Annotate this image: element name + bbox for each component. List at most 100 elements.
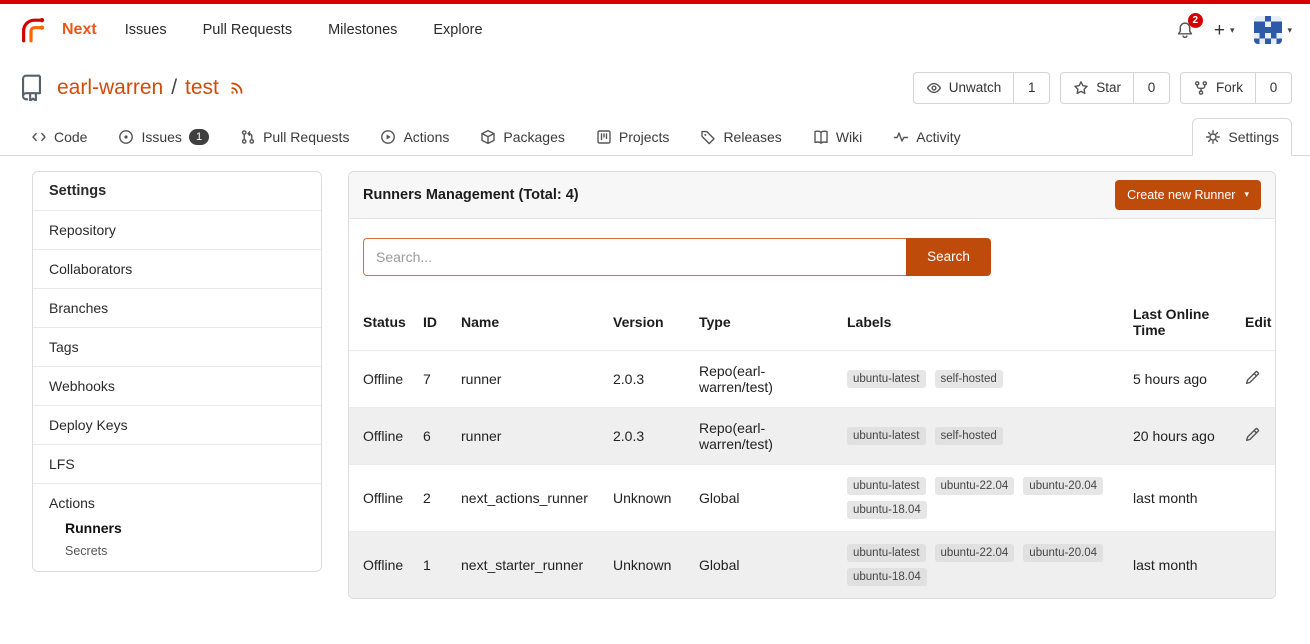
- repo-owner-link[interactable]: earl-warren: [57, 76, 163, 100]
- navbar-item-issues[interactable]: Issues: [125, 22, 167, 38]
- sidebar-item-webhooks[interactable]: Webhooks: [33, 366, 321, 405]
- sidebar-item-repository[interactable]: Repository: [33, 210, 321, 249]
- repo-title-separator: /: [171, 76, 177, 100]
- runner-last-online: last month: [1123, 464, 1235, 531]
- column-header-status: Status: [349, 294, 413, 351]
- fork-button[interactable]: Fork: [1180, 72, 1256, 104]
- runner-name: runner: [451, 350, 603, 407]
- sidebar-item-branches[interactable]: Branches: [33, 288, 321, 327]
- label-chip: ubuntu-latest: [847, 477, 926, 495]
- navbar: Next Issues Pull Requests Milestones Explor…: [0, 4, 1310, 56]
- navbar-right: 2 + ▾ ▾: [1176, 16, 1292, 44]
- tab-issues[interactable]: Issues1: [105, 118, 222, 156]
- runners-panel: Runners Management (Total: 4) Create new…: [348, 171, 1276, 599]
- runner-id: 2: [413, 464, 451, 531]
- sidebar-item-deploy-keys[interactable]: Deploy Keys: [33, 405, 321, 444]
- sidebar-subitem-secrets[interactable]: Secrets: [65, 541, 305, 561]
- label-chip: ubuntu-22.04: [935, 477, 1015, 495]
- code-icon: [31, 129, 47, 145]
- sidebar-item-actions[interactable]: ActionsRunnersSecrets: [33, 483, 321, 571]
- runner-name: next_starter_runner: [451, 531, 603, 598]
- label-chip: ubuntu-latest: [847, 544, 926, 562]
- user-menu-button[interactable]: ▾: [1254, 16, 1292, 44]
- tab-pull-requests[interactable]: Pull Requests: [227, 118, 362, 156]
- runner-labels: ubuntu-latestubuntu-22.04ubuntu-20.04ubu…: [847, 477, 1113, 519]
- chevron-down-icon: ▾: [1230, 26, 1235, 35]
- notification-count-badge: 2: [1188, 13, 1203, 28]
- sidebar-subitem-runners[interactable]: Runners: [65, 515, 305, 541]
- tag-icon: [700, 129, 716, 145]
- star-button[interactable]: Star: [1060, 72, 1134, 104]
- package-icon: [480, 129, 496, 145]
- unwatch-count[interactable]: 1: [1014, 72, 1050, 104]
- runner-id: 6: [413, 407, 451, 464]
- tab-releases[interactable]: Releases: [687, 118, 794, 156]
- tab-code[interactable]: Code: [18, 118, 100, 156]
- notifications-button[interactable]: 2: [1176, 21, 1194, 39]
- repo-icon: [18, 74, 45, 101]
- column-header-labels: Labels: [837, 294, 1123, 351]
- tab-activity[interactable]: Activity: [880, 118, 973, 156]
- star-count[interactable]: 0: [1134, 72, 1170, 104]
- column-header-id: ID: [413, 294, 451, 351]
- table-row: Offline1next_starter_runnerUnknownGlobal…: [349, 531, 1276, 598]
- column-header-type: Type: [689, 294, 837, 351]
- runners-table-body: Offline7runner2.0.3Repo(earl-warren/test…: [349, 350, 1276, 598]
- label-chip: ubuntu-20.04: [1023, 544, 1103, 562]
- edit-runner-button[interactable]: [1245, 427, 1260, 442]
- sidebar-actions-label[interactable]: Actions: [49, 495, 305, 513]
- panel-header: Runners Management (Total: 4) Create new…: [349, 172, 1275, 219]
- chevron-down-icon: ▾: [1287, 26, 1292, 35]
- rss-icon[interactable]: [229, 79, 246, 96]
- sidebar-item-lfs[interactable]: LFS: [33, 444, 321, 483]
- tab-wiki[interactable]: Wiki: [800, 118, 875, 156]
- runner-version: 2.0.3: [603, 350, 689, 407]
- label-chip: ubuntu-20.04: [1023, 477, 1103, 495]
- label-chip: ubuntu-22.04: [935, 544, 1015, 562]
- label-chip: self-hosted: [935, 370, 1003, 388]
- brand-name[interactable]: Next: [62, 21, 97, 39]
- project-icon: [596, 129, 612, 145]
- tab-projects[interactable]: Projects: [583, 118, 683, 156]
- sidebar-sub-menu: RunnersSecrets: [49, 513, 305, 563]
- fork-icon: [1193, 80, 1209, 96]
- tab-actions[interactable]: Actions: [367, 118, 462, 156]
- table-row: Offline2next_actions_runnerUnknownGlobal…: [349, 464, 1276, 531]
- page-content: SettingsRepositoryCollaboratorsBranchesT…: [0, 156, 1310, 599]
- repo-tabs: CodeIssues1Pull RequestsActionsPackagesP…: [0, 118, 1310, 156]
- tab-packages[interactable]: Packages: [467, 118, 577, 156]
- eye-icon: [926, 80, 942, 96]
- plus-icon: +: [1214, 21, 1225, 40]
- navbar-item-pull-requests[interactable]: Pull Requests: [203, 22, 292, 38]
- unwatch-button-group: Unwatch1: [913, 72, 1051, 104]
- create-new-runner-button[interactable]: Create new Runner ▾: [1115, 180, 1261, 210]
- runner-status: Offline: [349, 407, 413, 464]
- unwatch-button[interactable]: Unwatch: [913, 72, 1015, 104]
- column-header-last-online-time: Last Online Time: [1123, 294, 1235, 351]
- fork-count[interactable]: 0: [1256, 72, 1292, 104]
- navbar-item-milestones[interactable]: Milestones: [328, 22, 397, 38]
- forgejo-logo-icon[interactable]: [18, 15, 48, 45]
- search-button[interactable]: Search: [906, 238, 991, 276]
- navbar-links: Issues Pull Requests Milestones Explore: [125, 22, 483, 38]
- runner-version: Unknown: [603, 531, 689, 598]
- runner-last-online: 20 hours ago: [1123, 407, 1235, 464]
- runner-id: 7: [413, 350, 451, 407]
- navbar-item-explore[interactable]: Explore: [433, 22, 482, 38]
- chevron-down-icon: ▾: [1244, 190, 1249, 199]
- tab-count-badge: 1: [189, 129, 209, 145]
- gear-icon: [1205, 129, 1221, 145]
- git-pull-request-icon: [240, 129, 256, 145]
- search-input[interactable]: [363, 238, 906, 276]
- runners-table: StatusIDNameVersionTypeLabelsLast Online…: [349, 294, 1276, 598]
- runner-labels: ubuntu-latestself-hosted: [847, 370, 1113, 388]
- sidebar-item-tags[interactable]: Tags: [33, 327, 321, 366]
- edit-runner-button[interactable]: [1245, 370, 1260, 385]
- runner-name: next_actions_runner: [451, 464, 603, 531]
- sidebar-item-collaborators[interactable]: Collaborators: [33, 249, 321, 288]
- tab-settings[interactable]: Settings: [1192, 118, 1292, 156]
- create-menu-button[interactable]: + ▾: [1214, 21, 1235, 40]
- repo-name-link[interactable]: test: [185, 76, 219, 100]
- play-icon: [380, 129, 396, 145]
- repo-header: earl-warren / test Unwatch1Star0Fork0: [0, 56, 1310, 114]
